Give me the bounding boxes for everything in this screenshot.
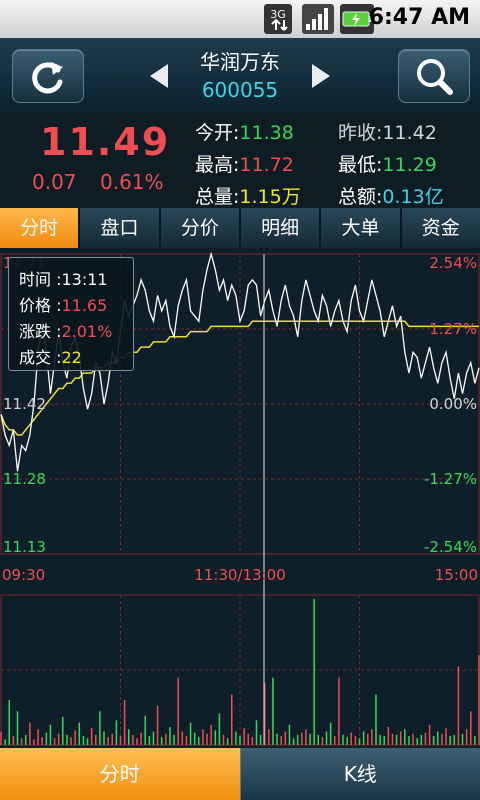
bottom-nav: 分时 K线 — [0, 748, 480, 800]
tooltip-time-value: 13:11 — [61, 270, 108, 289]
next-stock-arrow[interactable] — [312, 64, 330, 88]
tooltip-price-label: 价格 : — [19, 296, 62, 315]
tooltip-change-label: 涨跌 : — [19, 322, 62, 341]
pct-axis-label: 1.27% — [429, 320, 477, 338]
network-label: 3G — [270, 8, 286, 21]
amount-value: 0.13亿 — [382, 186, 444, 208]
prev-close-label: 昨收: — [338, 122, 383, 144]
tooltip-change: 涨跌 :2.01% — [19, 318, 112, 342]
pct-axis-label: 2.54% — [429, 254, 477, 272]
tooltip-price: 价格 :11.65 — [19, 292, 107, 316]
status-bar: 3G 6:47 AM — [0, 0, 480, 38]
prev-close-value: 11.42 — [382, 122, 437, 144]
low-label: 最低: — [338, 154, 383, 176]
pct-axis-label: -2.54% — [424, 538, 477, 556]
tab-trade-details[interactable]: 明细 — [240, 208, 320, 248]
stock-name: 华润万东 — [200, 50, 280, 74]
time-axis-label: 15:00 — [435, 566, 478, 584]
crosshair-tooltip: 时间 :13:11 价格 :11.65 涨跌 :2.01% 成交 :22 — [8, 257, 134, 371]
time-axis-label: 09:30 — [2, 566, 45, 584]
tooltip-volume: 成交 :22 — [19, 344, 82, 368]
pct-axis-label: -1.27% — [424, 470, 477, 488]
network-3g-icon: 3G — [264, 4, 292, 38]
tooltip-volume-label: 成交 : — [19, 348, 62, 367]
tab-price-distribution[interactable]: 分价 — [160, 208, 239, 248]
quote-panel: 11.49 0.07 0.61% 今开:11.38 昨收:11.42 最高:11… — [0, 112, 480, 208]
amount-label: 总额: — [338, 186, 383, 208]
refresh-button[interactable] — [12, 49, 84, 103]
volume-item: 总量:1.15万 — [195, 182, 301, 209]
price-axis-label: 11.42 — [3, 395, 46, 413]
tab-fund-flow[interactable]: 资金 — [401, 208, 480, 248]
time-axis-label: 11:30/13:00 — [194, 566, 286, 584]
search-button[interactable] — [398, 49, 470, 103]
high-label: 最高: — [195, 154, 240, 176]
tooltip-time: 时间 :13:11 — [19, 266, 108, 290]
top-bar: 华润万东 600055 — [0, 38, 480, 113]
open-item: 今开:11.38 — [195, 118, 294, 145]
tab-timeshare[interactable]: 分时 — [0, 208, 79, 248]
tooltip-time-label: 时间 : — [19, 270, 62, 289]
refresh-icon — [32, 62, 63, 94]
tooltip-price-value: 11.65 — [61, 296, 108, 315]
nav-kline-button[interactable]: K线 — [239, 748, 480, 800]
prev-close-item: 昨收:11.42 — [338, 118, 437, 145]
tooltip-change-value: 2.01% — [61, 322, 113, 341]
volume-label: 总量: — [195, 186, 240, 208]
status-time: 6:47 AM — [368, 5, 470, 30]
tooltip-volume-value: 22 — [61, 348, 82, 367]
detail-tabs: 分时 盘口 分价 明细 大单 资金 — [0, 208, 480, 248]
pct-axis-label: 0.00% — [429, 395, 477, 413]
low-item: 最低:11.29 — [338, 150, 437, 177]
open-label: 今开: — [195, 122, 240, 144]
nav-timeshare-button[interactable]: 分时 — [0, 748, 240, 800]
amount-item: 总额:0.13亿 — [338, 182, 444, 209]
price-axis-label: 11.28 — [3, 470, 46, 488]
signal-icon — [302, 4, 334, 38]
open-value: 11.38 — [239, 122, 294, 144]
high-value: 11.72 — [239, 154, 294, 176]
price-change: 0.07 — [32, 170, 77, 194]
low-value: 11.29 — [382, 154, 437, 176]
volume-value: 1.15万 — [239, 186, 301, 208]
stock-code: 600055 — [201, 78, 279, 102]
tab-order-book[interactable]: 盘口 — [80, 208, 159, 248]
current-price: 11.49 — [40, 120, 171, 164]
tab-large-orders[interactable]: 大单 — [321, 208, 400, 248]
price-change-pct: 0.61% — [100, 170, 164, 194]
price-axis-label: 11.13 — [3, 538, 46, 556]
search-icon — [417, 59, 453, 95]
high-item: 最高:11.72 — [195, 150, 294, 177]
